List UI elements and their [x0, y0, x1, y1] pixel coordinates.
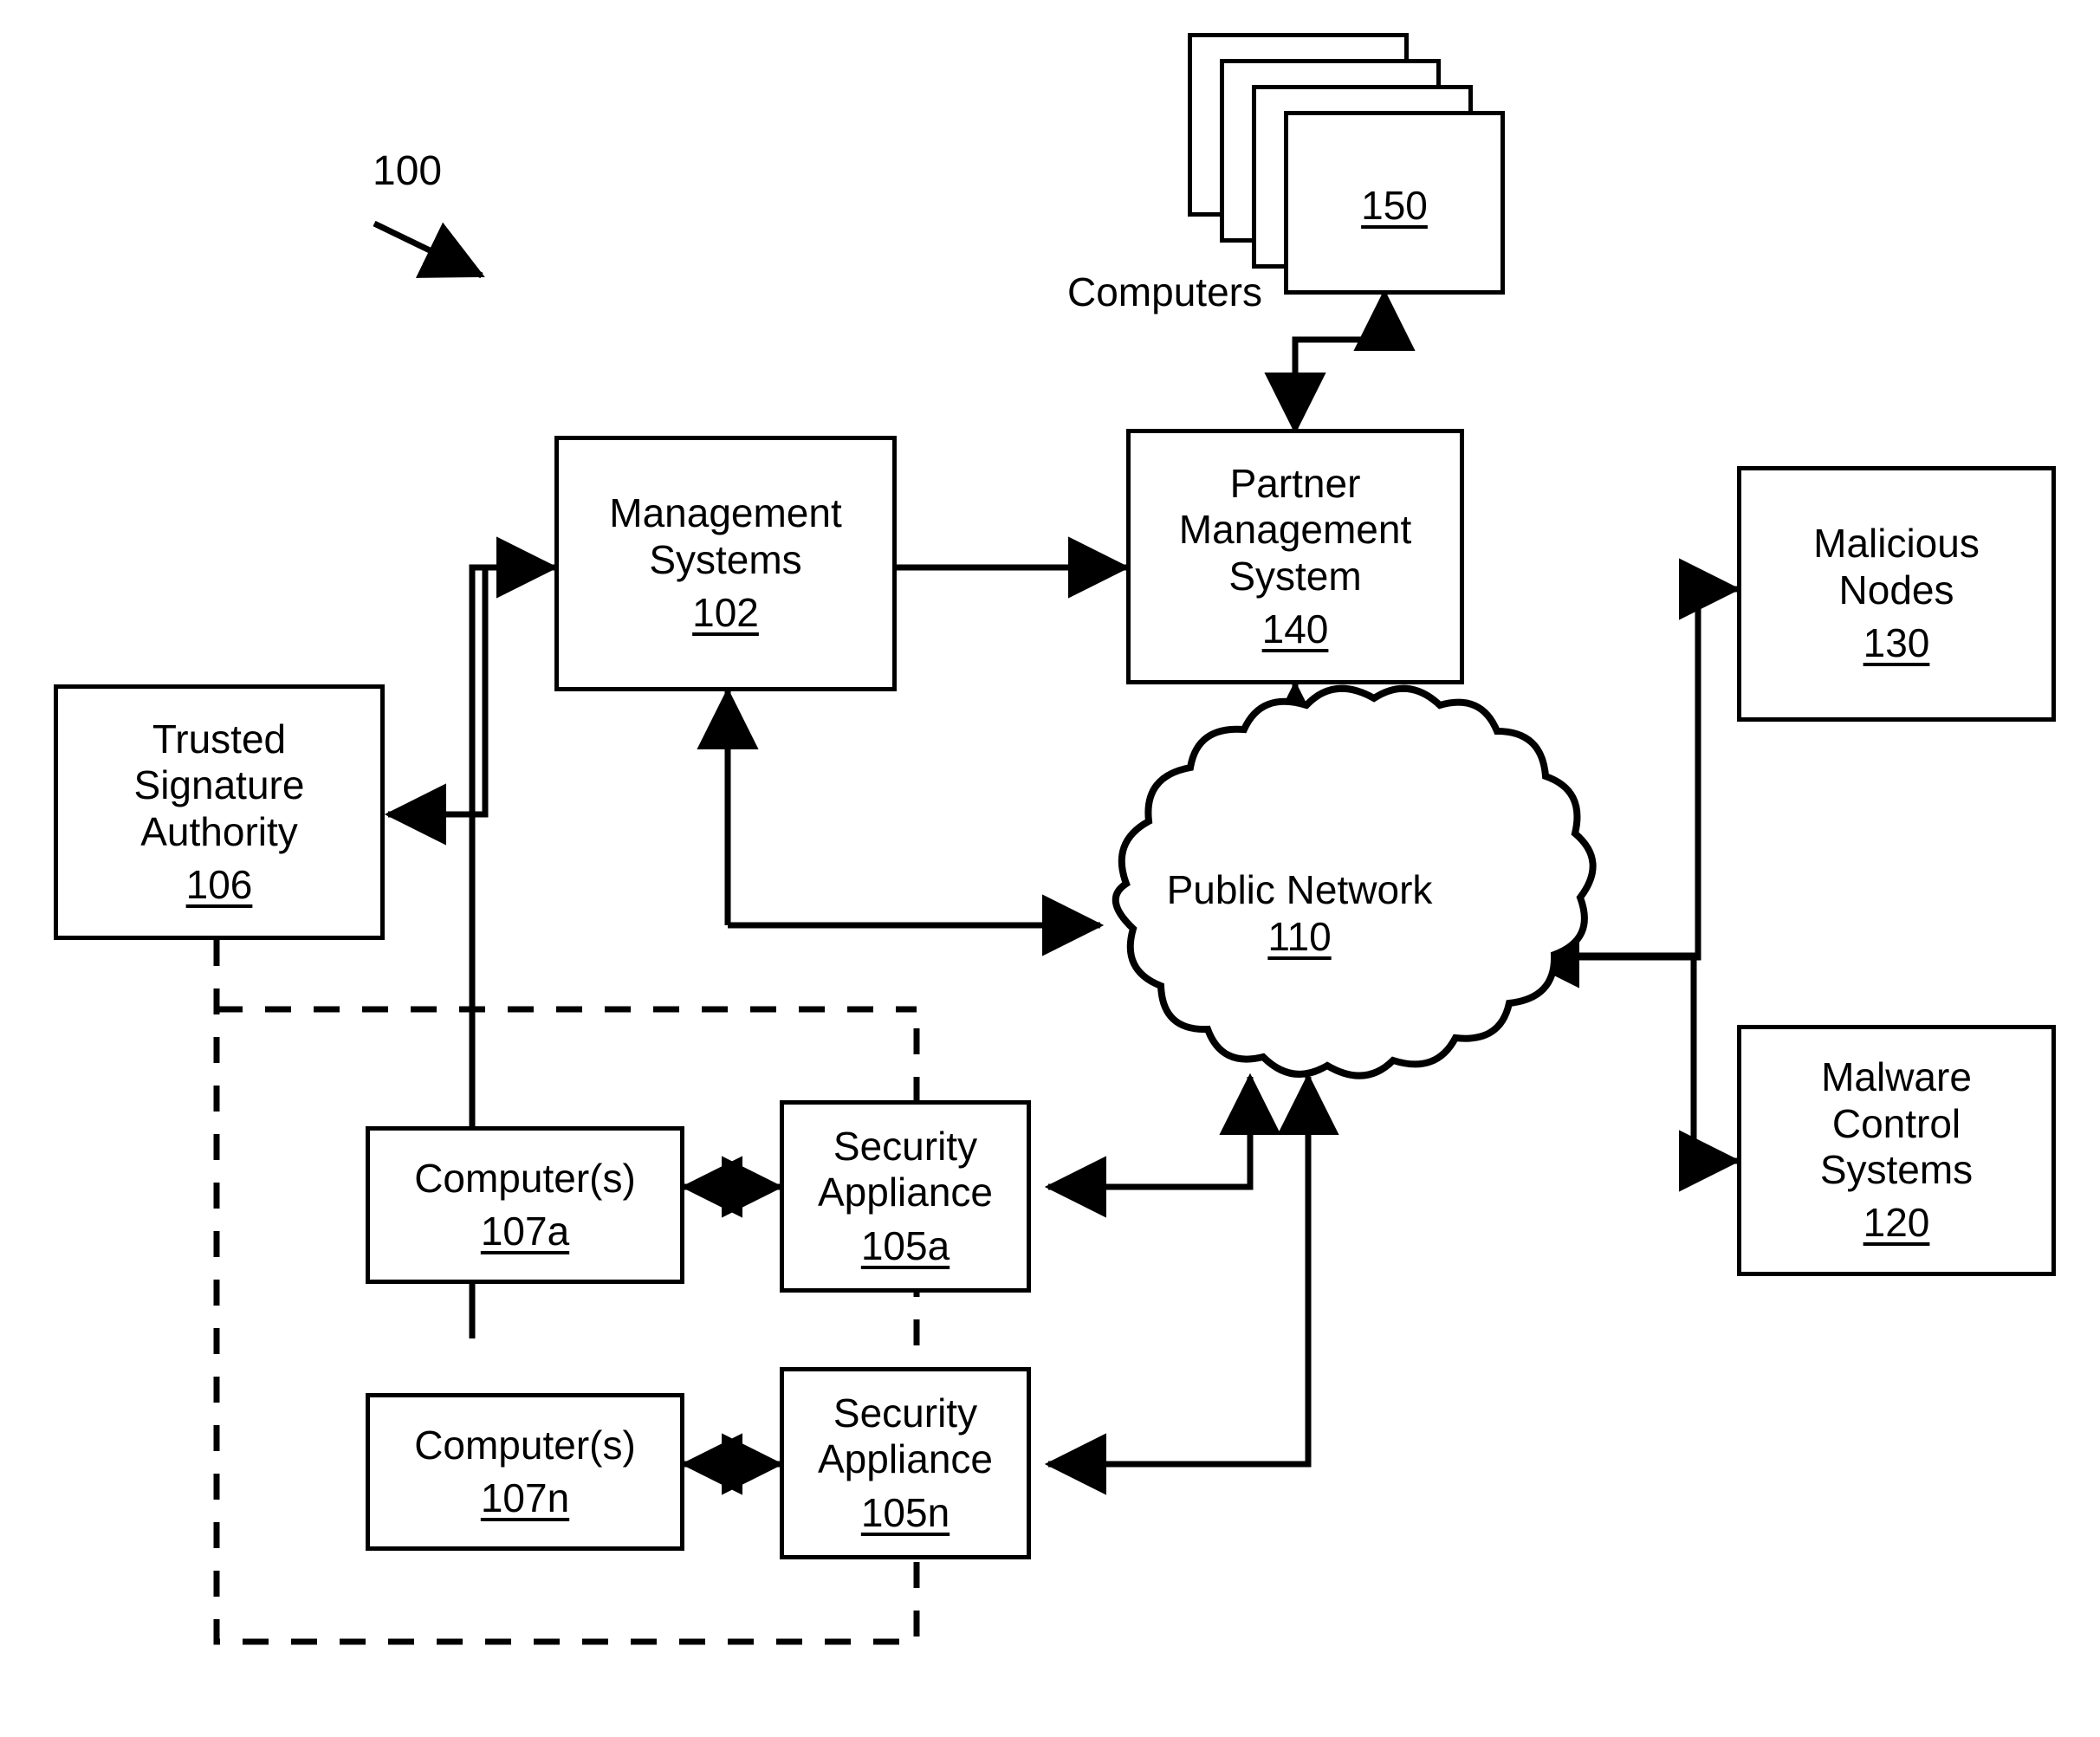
- security-appliance-105a-line2: Appliance: [817, 1170, 994, 1215]
- trusted-signature-line3: Authority: [140, 808, 298, 854]
- public-network-110[interactable]: Public Network 110: [1126, 806, 1473, 1022]
- security-appliance-105a[interactable]: Security Appliance 105a: [780, 1100, 1031, 1293]
- computers-107a[interactable]: Computer(s) 107a: [366, 1126, 684, 1284]
- malware-control-line1: Malware: [1821, 1054, 1972, 1100]
- security-appliance-105n-line1: Security: [833, 1390, 978, 1436]
- computers-107n-ref: 107n: [480, 1475, 570, 1520]
- partner-management-line1: Partner: [1229, 460, 1361, 506]
- security-appliance-105n-ref: 105n: [860, 1489, 950, 1535]
- malware-control-line2: Control: [1831, 1100, 1961, 1146]
- management-systems-ref: 102: [692, 590, 759, 636]
- management-systems-line2: Systems: [649, 536, 802, 582]
- edge-105n-110: [1048, 1073, 1339, 1468]
- trusted-signature-line2: Signature: [133, 762, 305, 808]
- computers-107n-line1: Computer(s): [414, 1422, 636, 1468]
- trusted-signature-authority-106[interactable]: Trusted Signature Authority 106: [54, 684, 385, 940]
- management-systems-line1: Management: [609, 490, 842, 536]
- malware-control-systems-120[interactable]: Malware Control Systems 120: [1737, 1025, 2056, 1276]
- security-appliance-105a-ref: 105a: [860, 1222, 950, 1268]
- malware-control-line3: Systems: [1819, 1147, 1974, 1192]
- malicious-nodes-ref: 130: [1863, 620, 1930, 666]
- malicious-nodes-line1: Malicious: [1813, 521, 1980, 567]
- edge-110-105n: [1044, 1077, 1312, 1495]
- security-appliance-105n[interactable]: Security Appliance 105n: [780, 1367, 1031, 1559]
- malicious-nodes-130[interactable]: Malicious Nodes 130: [1737, 466, 2056, 722]
- computers-caption: Computers: [1067, 269, 1262, 314]
- figure-number-label: 100: [373, 148, 443, 194]
- edge-140-150-down: [1264, 293, 1388, 435]
- computers-stack-ref: 150: [1361, 183, 1428, 229]
- security-appliance-105n-line2: Appliance: [817, 1436, 994, 1482]
- edge-105a-110: [1048, 1073, 1281, 1190]
- trusted-signature-ref: 106: [185, 861, 253, 907]
- malware-control-ref: 120: [1863, 1200, 1930, 1246]
- public-network-ref: 110: [1267, 914, 1332, 960]
- partner-management-line2: Management: [1178, 507, 1412, 553]
- computers-107a-line1: Computer(s): [414, 1155, 636, 1201]
- computers-stack-150[interactable]: 150: [1284, 111, 1505, 295]
- patent-figure-100: 100 150 Computers Management Systems 102…: [0, 0, 2100, 1737]
- computers-107n[interactable]: Computer(s) 107n: [366, 1393, 684, 1551]
- edge-110-105a: [1044, 1077, 1254, 1218]
- computers-107a-ref: 107a: [480, 1209, 570, 1254]
- security-appliance-105a-line1: Security: [833, 1123, 978, 1169]
- partner-management-line3: System: [1228, 553, 1362, 599]
- trusted-signature-line1: Trusted: [152, 716, 287, 762]
- edge-110-120-down: [1518, 952, 1741, 1192]
- figure-leader-arrow: [373, 220, 485, 279]
- public-network-line1: Public Network: [1166, 867, 1433, 912]
- malicious-nodes-line2: Nodes: [1838, 567, 1954, 612]
- management-systems-102[interactable]: Management Systems 102: [554, 436, 897, 691]
- partner-management-system-140[interactable]: Partner Management System 140: [1126, 429, 1464, 684]
- partner-management-ref: 140: [1261, 606, 1329, 651]
